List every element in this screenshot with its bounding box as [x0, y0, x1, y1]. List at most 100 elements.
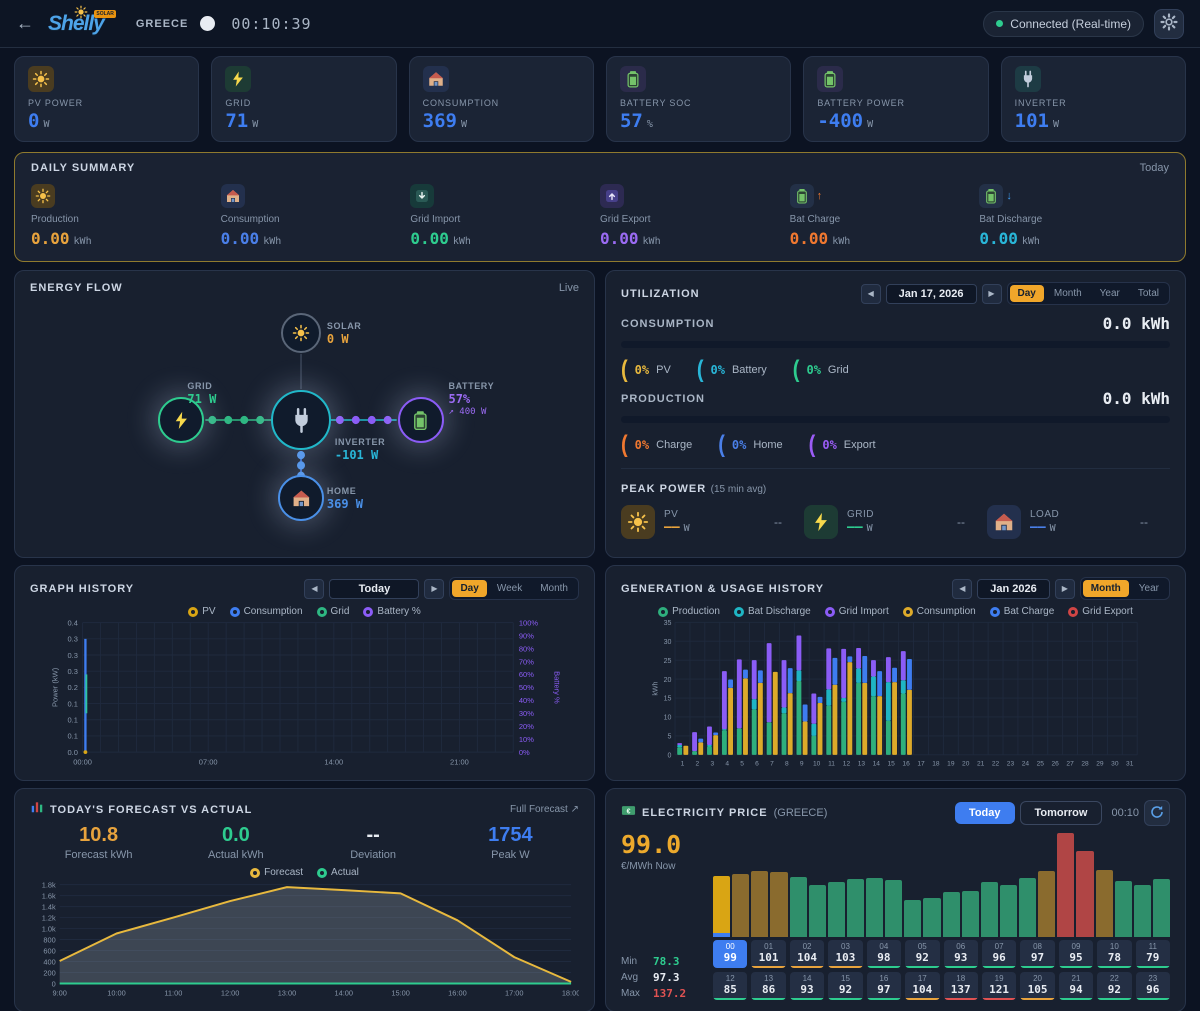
price-bar[interactable]	[962, 891, 979, 937]
price-bar[interactable]	[770, 872, 787, 937]
flow-node-battery[interactable]	[398, 397, 444, 443]
month-display[interactable]: Jan 2026	[977, 579, 1049, 599]
price-hour-cell[interactable]: 1386	[751, 972, 785, 1000]
price-hour-cell[interactable]: 2396	[1136, 972, 1170, 1000]
flow-node-inverter[interactable]	[271, 390, 331, 450]
price-hour-cell[interactable]: 0498	[867, 940, 901, 968]
price-bar[interactable]	[904, 900, 921, 937]
price-hour-cell[interactable]: 1078	[1097, 940, 1131, 968]
back-button[interactable]: ←	[16, 13, 34, 34]
legend-item-grid-export[interactable]: Grid Export	[1068, 606, 1133, 617]
price-hour-cell[interactable]: 0995	[1059, 940, 1093, 968]
price-bar[interactable]	[923, 898, 940, 937]
price-bar[interactable]	[943, 892, 960, 937]
stat-card[interactable]: INVERTER101W	[1001, 56, 1186, 142]
legend-item-grid-import[interactable]: Grid Import	[825, 606, 889, 617]
price-bar[interactable]	[1057, 833, 1074, 937]
stat-card[interactable]: CONSUMPTION369W	[409, 56, 594, 142]
tab-year[interactable]: Year	[1092, 285, 1128, 302]
settings-button[interactable]	[1154, 9, 1184, 39]
tab-month[interactable]: Month	[1083, 580, 1129, 597]
price-bar[interactable]	[885, 880, 902, 937]
flow-node-home[interactable]	[278, 475, 324, 521]
price-hour-cell[interactable]: 2292	[1097, 972, 1131, 1000]
theme-toggle[interactable]	[200, 16, 215, 31]
price-bar[interactable]	[751, 871, 768, 937]
price-hour-cell[interactable]: 1179	[1136, 940, 1170, 968]
price-bar[interactable]	[790, 877, 807, 937]
price-hour-cell[interactable]: 2194	[1059, 972, 1093, 1000]
price-bar[interactable]	[809, 885, 826, 937]
price-hour-cell[interactable]: 1285	[713, 972, 747, 1000]
month-prev-button[interactable]: ◀	[952, 579, 972, 599]
price-bar[interactable]	[1038, 871, 1055, 937]
legend-item-battery-[interactable]: Battery %	[363, 606, 420, 617]
price-hour-cell[interactable]: 1493	[790, 972, 824, 1000]
history-prev-button[interactable]: ◀	[304, 579, 324, 599]
price-bar[interactable]	[1096, 870, 1113, 937]
legend-item-consumption[interactable]: Consumption	[903, 606, 976, 617]
history-range-display[interactable]: Today	[329, 579, 419, 599]
date-display[interactable]: Jan 17, 2026	[886, 284, 977, 304]
price-bar[interactable]	[1000, 885, 1017, 937]
stat-card[interactable]: BATTERY POWER-400W	[803, 56, 988, 142]
price-hour-cell[interactable]: 01101	[751, 940, 785, 968]
price-bar[interactable]	[1019, 878, 1036, 937]
full-forecast-link[interactable]: Full Forecast ↗	[510, 804, 579, 815]
stat-card[interactable]: PV POWER0W	[14, 56, 199, 142]
month-next-button[interactable]: ▶	[1055, 579, 1075, 599]
legend-item-production[interactable]: Production	[658, 606, 720, 617]
price-hour-cell[interactable]: 19121	[982, 972, 1016, 1000]
refresh-icon	[1149, 804, 1165, 823]
tab-week[interactable]: Week	[489, 580, 530, 597]
price-bar[interactable]	[1153, 879, 1170, 937]
tab-total[interactable]: Total	[1130, 285, 1167, 302]
legend-item-consumption[interactable]: Consumption	[230, 606, 303, 617]
legend-item-forecast[interactable]: Forecast	[250, 867, 303, 878]
price-tab-today[interactable]: Today	[955, 802, 1015, 824]
tab-day[interactable]: Day	[1010, 285, 1044, 302]
tab-month[interactable]: Month	[1046, 285, 1090, 302]
legend-item-grid[interactable]: Grid	[317, 606, 350, 617]
price-hour-cell[interactable]: 03103	[828, 940, 862, 968]
price-hour-cell[interactable]: 0693	[944, 940, 978, 968]
price-hour-cell[interactable]: 0897	[1020, 940, 1054, 968]
history-next-button[interactable]: ▶	[424, 579, 444, 599]
date-prev-button[interactable]: ◀	[861, 284, 881, 304]
price-bar[interactable]	[981, 882, 998, 937]
tab-day[interactable]: Day	[452, 580, 486, 597]
price-tab-tomorrow[interactable]: Tomorrow	[1020, 801, 1103, 825]
peak-item-value: ––W	[847, 520, 874, 535]
shelly-logo[interactable]: Shelly SOLAR	[48, 12, 104, 36]
price-hour-cell[interactable]: 0796	[982, 940, 1016, 968]
legend-item-bat-discharge[interactable]: Bat Discharge	[734, 606, 811, 617]
legend-item-actual[interactable]: Actual	[317, 867, 359, 878]
stat-card[interactable]: GRID71W	[211, 56, 396, 142]
price-hour-cell[interactable]: 17104	[905, 972, 939, 1000]
price-bar[interactable]	[1115, 881, 1132, 937]
price-bar[interactable]	[1076, 851, 1093, 937]
price-hour-cell[interactable]: 02104	[790, 940, 824, 968]
svg-text:0: 0	[668, 753, 672, 760]
price-bar[interactable]	[828, 882, 845, 937]
refresh-button[interactable]	[1144, 800, 1170, 826]
price-hour-cell[interactable]: 0099	[713, 940, 747, 968]
price-bar[interactable]	[713, 876, 730, 937]
price-bar[interactable]	[866, 878, 883, 937]
legend-item-pv[interactable]: PV	[188, 606, 215, 617]
price-hour-cell[interactable]: 1592	[828, 972, 862, 1000]
price-hour-cell[interactable]: 1697	[867, 972, 901, 1000]
tab-year[interactable]: Year	[1131, 580, 1167, 597]
price-bar[interactable]	[732, 874, 749, 937]
price-hour-cell[interactable]: 0592	[905, 940, 939, 968]
stat-card[interactable]: BATTERY SOC57%	[606, 56, 791, 142]
price-hour-cell[interactable]: 20105	[1020, 972, 1054, 1000]
legend-swatch-icon	[363, 607, 373, 617]
price-bar[interactable]	[847, 879, 864, 937]
flow-node-solar[interactable]	[281, 313, 321, 353]
legend-item-bat-charge[interactable]: Bat Charge	[990, 606, 1055, 617]
tab-month[interactable]: Month	[532, 580, 576, 597]
price-bar[interactable]	[1134, 885, 1151, 937]
date-next-button[interactable]: ▶	[982, 284, 1002, 304]
price-hour-cell[interactable]: 18137	[944, 972, 978, 1000]
